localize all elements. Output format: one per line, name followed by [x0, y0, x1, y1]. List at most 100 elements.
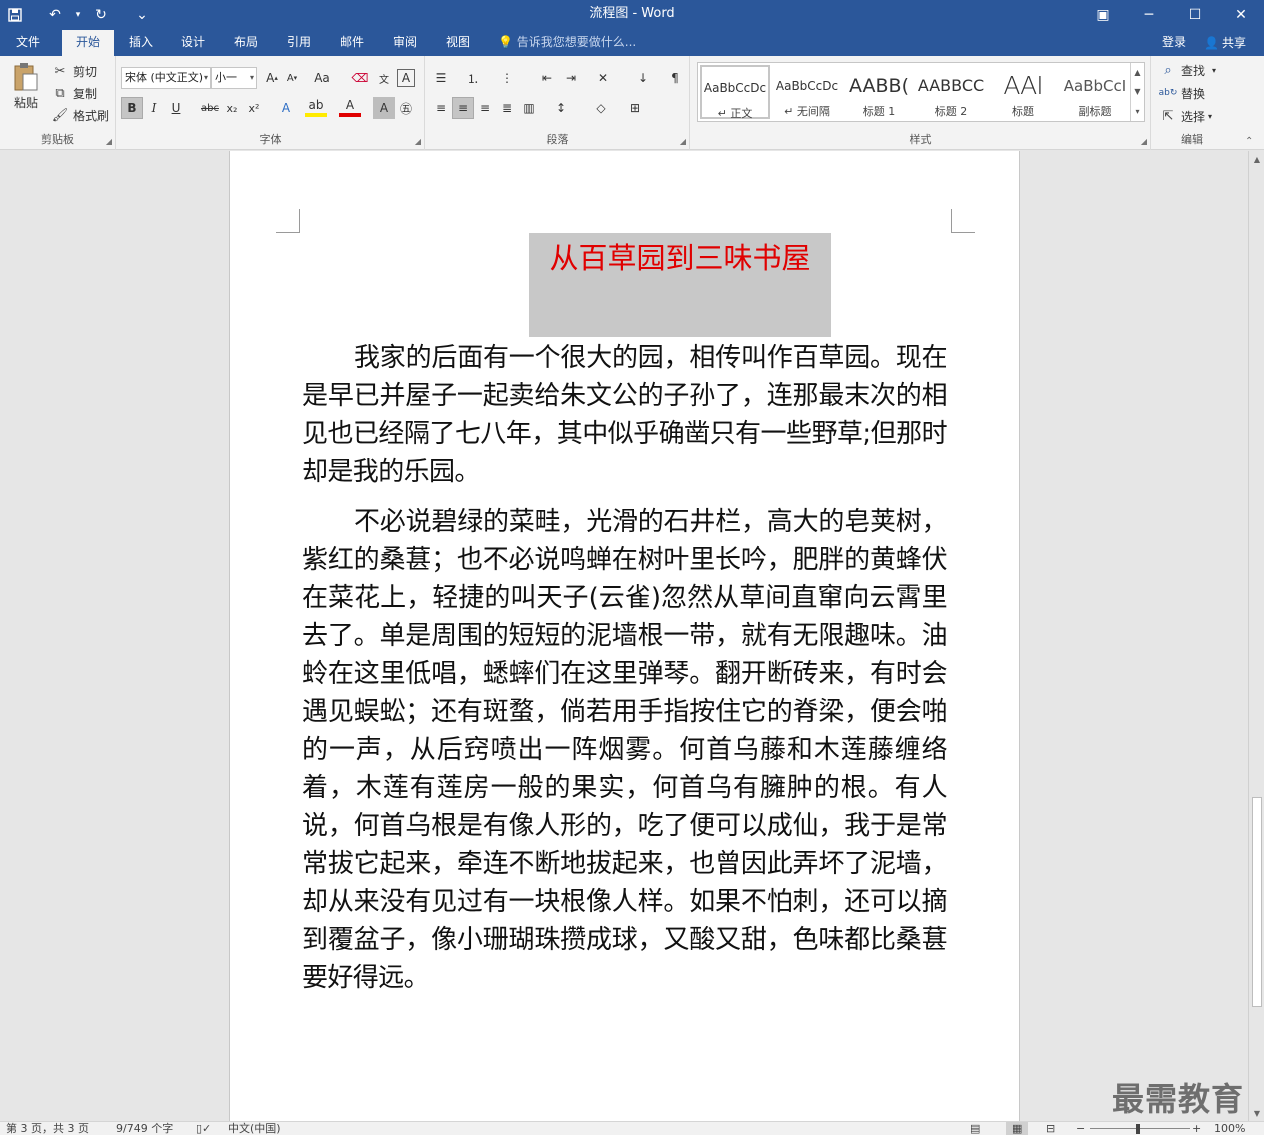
styles-launcher-icon[interactable]: ◢	[1141, 137, 1147, 146]
undo-dropdown-icon[interactable]: ▾	[70, 0, 86, 30]
redo-icon[interactable]: ↻	[86, 0, 116, 30]
style-subtitle[interactable]: AaBbCcI 副标题	[1060, 65, 1130, 119]
chinese-layout-icon[interactable]: ✕	[592, 67, 614, 89]
gallery-up-icon[interactable]: ▲	[1134, 68, 1140, 77]
select-button[interactable]: ⇱ 选择 ▾	[1158, 105, 1212, 127]
document-body[interactable]: 我家的后面有一个很大的园，相传叫作百草园。现在是早已并屋子一起卖给朱文公的子孙了…	[302, 339, 948, 1009]
shading-icon[interactable]: ◇	[590, 97, 612, 119]
document-title[interactable]: 从百草园到三味书屋	[529, 233, 831, 337]
tab-layout[interactable]: 布局	[220, 30, 272, 56]
tab-review[interactable]: 审阅	[379, 30, 431, 56]
decrease-indent-icon[interactable]: ⇤	[536, 67, 558, 89]
copy-label: 复制	[73, 86, 98, 101]
style-no-spacing[interactable]: AaBbCcDc ↵ 无间隔	[772, 65, 842, 119]
superscript-icon[interactable]: x²	[243, 97, 265, 119]
phonetic-guide-icon[interactable]: 文	[373, 67, 395, 89]
tell-me-box[interactable]: 💡 告诉我您想要做什么...	[498, 30, 636, 56]
find-button[interactable]: ⌕ 查找 ▾	[1158, 59, 1216, 81]
paintbrush-icon: 🖌	[51, 107, 69, 123]
word-count[interactable]: 9/749 个字	[116, 1122, 173, 1135]
replace-button[interactable]: ab↻ 替换	[1158, 82, 1205, 104]
underline-icon[interactable]: U	[165, 97, 187, 119]
tab-file[interactable]: 文件	[2, 30, 54, 56]
vertical-scrollbar[interactable]: ▲ ▼	[1248, 151, 1264, 1121]
proofing-icon[interactable]: ▯✓	[196, 1122, 211, 1135]
shrink-font-icon[interactable]: A ▾	[281, 67, 303, 89]
page-count[interactable]: 第 3 页，共 3 页	[6, 1122, 89, 1135]
scroll-down-icon[interactable]: ▼	[1249, 1105, 1264, 1121]
bold-icon[interactable]: B	[121, 97, 143, 119]
font-launcher-icon[interactable]: ◢	[415, 137, 421, 146]
styles-gallery-scroll[interactable]: ▲ ▼ ▾	[1130, 63, 1144, 121]
tab-view[interactable]: 视图	[432, 30, 484, 56]
tab-insert[interactable]: 插入	[115, 30, 167, 56]
paste-button[interactable]: 粘贴	[8, 62, 44, 120]
customize-qat-icon[interactable]: ⌄	[132, 0, 152, 30]
gallery-down-icon[interactable]: ▼	[1134, 87, 1140, 96]
clipboard-launcher-icon[interactable]: ◢	[106, 137, 112, 146]
tab-references[interactable]: 引用	[273, 30, 325, 56]
subscript-icon[interactable]: x₂	[221, 97, 243, 119]
show-hide-marks-icon[interactable]: ¶	[664, 67, 686, 89]
scroll-up-icon[interactable]: ▲	[1249, 151, 1264, 167]
zoom-out-icon[interactable]: −	[1076, 1122, 1085, 1135]
enclose-characters-icon[interactable]: ㊄	[395, 97, 417, 119]
copy-button[interactable]: ⧉ 复制	[50, 82, 97, 104]
paragraph-launcher-icon[interactable]: ◢	[680, 137, 686, 146]
document-page[interactable]: 从百草园到三味书屋 我家的后面有一个很大的园，相传叫作百草园。现在是早已并屋子一…	[229, 151, 1020, 1121]
collapse-ribbon-icon[interactable]: ⌃	[1245, 136, 1253, 147]
increase-indent-icon[interactable]: ⇥	[560, 67, 582, 89]
numbering-icon[interactable]: ⒈	[462, 67, 484, 89]
justify-icon[interactable]: ≣	[496, 97, 518, 119]
character-border-icon[interactable]: A	[397, 69, 415, 87]
strikethrough-icon[interactable]: abc	[199, 97, 221, 119]
grow-font-icon[interactable]: A ▴	[261, 67, 283, 89]
font-color-icon[interactable]: A	[339, 97, 361, 117]
save-icon[interactable]	[0, 0, 30, 30]
style-title[interactable]: AAI 标题	[988, 65, 1058, 119]
tab-design[interactable]: 设计	[167, 30, 219, 56]
format-painter-button[interactable]: 🖌 格式刷	[50, 104, 109, 126]
gallery-more-icon[interactable]: ▾	[1135, 107, 1139, 116]
tab-home[interactable]: 开始	[62, 30, 115, 56]
font-size-combo[interactable]: 小一 ▾	[211, 67, 257, 89]
web-layout-icon[interactable]: ⊟	[1046, 1122, 1055, 1135]
change-case-icon[interactable]: Aa	[311, 67, 333, 89]
tab-mailings[interactable]: 邮件	[326, 30, 378, 56]
bullets-icon[interactable]: ☰	[430, 67, 452, 89]
style-heading-2[interactable]: AABBCC 标题 2	[916, 65, 986, 119]
style-heading-1[interactable]: AABB( 标题 1	[844, 65, 914, 119]
undo-icon[interactable]: ↶	[40, 0, 70, 30]
align-center-icon[interactable]: ≡	[452, 97, 474, 119]
login-link[interactable]: 登录	[1162, 30, 1186, 56]
italic-icon[interactable]: I	[143, 97, 165, 119]
highlight-icon[interactable]: ab	[305, 97, 327, 117]
zoom-in-icon[interactable]: +	[1192, 1122, 1201, 1135]
share-button[interactable]: 👤 共享	[1204, 30, 1246, 56]
cut-button[interactable]: ✂ 剪切	[50, 60, 97, 82]
distributed-icon[interactable]: ▥	[518, 97, 540, 119]
multilevel-list-icon[interactable]: ⋮	[496, 67, 518, 89]
text-effects-icon[interactable]: A	[275, 97, 297, 119]
line-spacing-icon[interactable]: ↕	[550, 97, 572, 119]
paragraph-group: ☰ ⒈ ⋮ ⇤ ⇥ ✕ ↓ ¶ ≡ ≡ ≡ ≣ ▥ ↕ ◇ ⊞ 段落 ◢	[426, 56, 690, 150]
zoom-slider[interactable]	[1090, 1128, 1190, 1129]
character-shading-icon[interactable]: A	[373, 97, 395, 119]
ribbon-display-options-icon[interactable]: ▣	[1080, 0, 1126, 30]
scrollbar-thumb[interactable]	[1252, 797, 1262, 1007]
read-mode-icon[interactable]: ▤	[970, 1122, 980, 1135]
zoom-level[interactable]: 100%	[1214, 1122, 1245, 1135]
close-icon[interactable]: ✕	[1218, 0, 1264, 30]
sort-icon[interactable]: ↓	[632, 67, 654, 89]
zoom-slider-thumb[interactable]	[1136, 1124, 1140, 1134]
maximize-icon[interactable]: ☐	[1172, 0, 1218, 30]
font-name-combo[interactable]: 宋体 (中文正文) ▾	[121, 67, 211, 89]
minimize-icon[interactable]: ─	[1126, 0, 1172, 30]
language[interactable]: 中文(中国)	[228, 1122, 281, 1135]
clear-formatting-icon[interactable]: ⌫	[349, 67, 371, 89]
borders-icon[interactable]: ⊞	[624, 97, 646, 119]
align-left-icon[interactable]: ≡	[430, 97, 452, 119]
print-layout-icon[interactable]: ▦	[1006, 1122, 1029, 1135]
align-right-icon[interactable]: ≡	[474, 97, 496, 119]
style-normal[interactable]: AaBbCcDc ↵ 正文	[700, 65, 770, 120]
